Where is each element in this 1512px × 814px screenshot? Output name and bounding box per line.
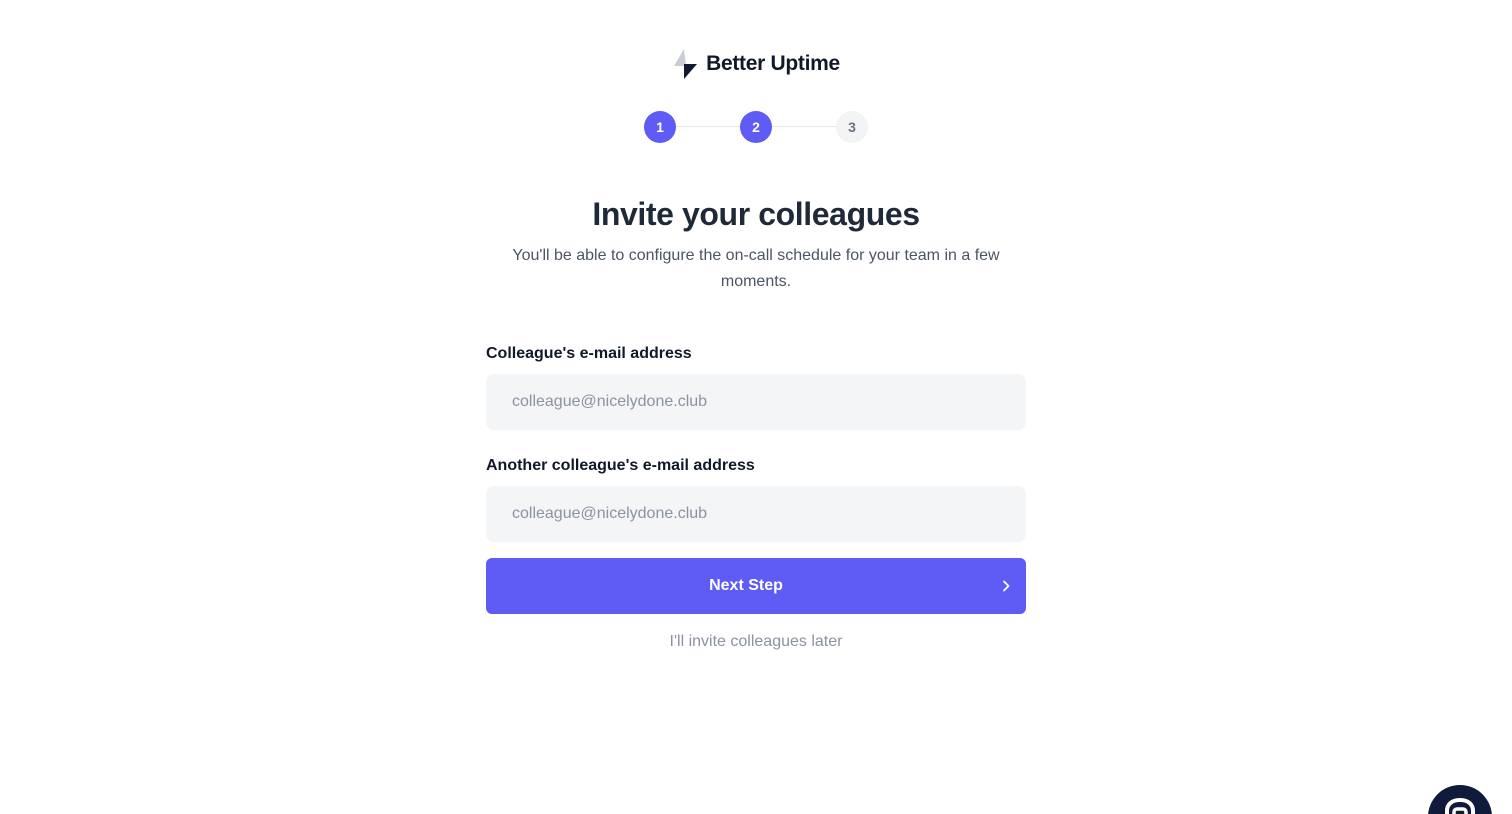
next-step-button[interactable]: Next Step [486,558,1026,614]
skip-invite-link[interactable]: I'll invite colleagues later [670,633,843,650]
page-subtitle: You'll be able to configure the on-call … [512,247,1000,290]
step-connector [772,126,836,127]
another-colleague-email-label: Another colleague's e-mail address [486,457,755,474]
step-connector [676,126,740,127]
colleague-email-group: Colleague's e-mail address [486,342,1026,430]
next-step-label: Next Step [709,577,783,594]
chat-widget-button[interactable] [1428,785,1492,814]
progress-stepper: 1 2 3 [644,111,868,143]
skip-invite-container: I'll invite colleagues later [0,633,1512,651]
brand-logo: Better Uptime [0,48,1512,80]
onboarding-page: Better Uptime 1 2 3 Invite your colleagu… [0,0,1512,814]
colleague-email-label: Colleague's e-mail address [486,345,692,362]
invite-form: Colleague's e-mail address Another colle… [486,342,1026,614]
step-3-indicator: 3 [836,111,868,143]
step-2-indicator: 2 [740,111,772,143]
another-colleague-email-group: Another colleague's e-mail address [486,454,1026,542]
chevron-right-icon [1003,580,1010,592]
another-colleague-email-input[interactable] [486,486,1026,542]
chat-bubble-icon [1445,798,1475,814]
colleague-email-input[interactable] [486,374,1026,430]
lightning-bolt-icon [674,49,698,79]
step-1-indicator: 1 [644,111,676,143]
brand-name: Better Uptime [706,52,840,75]
page-title: Invite your colleagues [592,196,920,232]
